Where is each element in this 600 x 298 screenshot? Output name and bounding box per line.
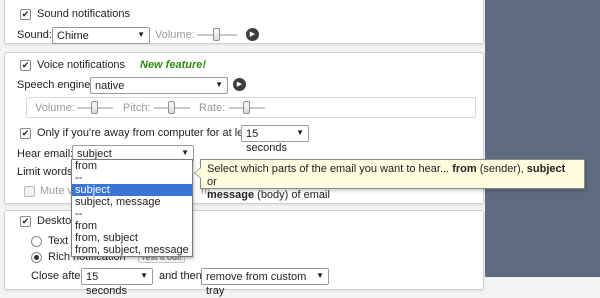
hear-email-label: Hear email: — [17, 148, 74, 160]
tooltip-text: (sender), — [476, 163, 527, 175]
desktop-notifications-checkbox[interactable] — [20, 216, 31, 227]
slider-thumb[interactable] — [243, 101, 250, 114]
mute-checkbox[interactable] — [24, 186, 35, 197]
voice-notifications-label: Voice notifications — [37, 59, 126, 71]
tooltip-text: Select which parts of the email you want… — [207, 163, 453, 175]
rate-slider[interactable] — [229, 101, 265, 114]
chevron-down-icon: ▼ — [296, 128, 304, 137]
dropdown-separator: -- — [75, 172, 83, 184]
sound-notifications-checkbox[interactable] — [20, 9, 31, 20]
sound-play-icon[interactable]: ▶ — [246, 28, 259, 41]
voice-notifications-checkbox[interactable] — [20, 60, 31, 71]
slider-thumb[interactable] — [213, 28, 220, 41]
right-background — [485, 0, 600, 277]
chevron-down-icon: ▼ — [316, 271, 324, 280]
away-only-label: Only if you're away from computer for at… — [37, 127, 258, 139]
sound-label: Sound: — [17, 29, 52, 41]
speech-engine-select[interactable]: native ▼ — [90, 77, 228, 94]
rich-notification-radio[interactable] — [31, 252, 42, 263]
voice-sliders-group: Volume: Pitch: Rate: — [26, 97, 476, 118]
sound-volume-slider[interactable] — [197, 28, 237, 41]
pitch-label: Pitch: — [123, 102, 151, 114]
chevron-down-icon: ▼ — [140, 271, 148, 280]
chevron-down-icon: ▼ — [137, 30, 145, 39]
pitch-slider[interactable] — [154, 101, 190, 114]
rate-label: Rate: — [199, 102, 226, 114]
voice-play-icon[interactable]: ▶ — [233, 78, 246, 91]
chevron-down-icon: ▼ — [181, 148, 189, 157]
away-duration-select[interactable]: 15 seconds ▼ — [241, 125, 309, 154]
dropdown-option[interactable]: subject — [72, 184, 192, 196]
sound-notifications-label: Sound notifications — [37, 8, 130, 20]
voice-volume-slider[interactable] — [77, 101, 113, 114]
tooltip-subject: subject — [526, 163, 566, 175]
tooltip-text: (body) of email — [254, 189, 330, 201]
close-after-label: Close after — [31, 270, 85, 282]
voice-volume-label: Volume: — [35, 102, 75, 114]
dropdown-option[interactable]: from — [72, 160, 192, 172]
tooltip-message: message — [207, 189, 255, 201]
tooltip-text: or — [207, 176, 217, 188]
dropdown-option[interactable]: from — [72, 220, 192, 232]
dropdown-separator: -- — [75, 208, 83, 220]
hear-email-tooltip: Select which parts of the email you want… — [194, 159, 585, 201]
speech-engine-label: Speech engine: — [17, 79, 94, 91]
dropdown-option[interactable]: subject, message — [72, 196, 192, 208]
dropdown-option[interactable]: from, subject — [72, 232, 192, 244]
volume-label: Volume: — [155, 29, 195, 41]
hear-email-dropdown: from -- subject subject, message -- from… — [71, 159, 193, 257]
sound-select[interactable]: Chime ▼ — [52, 27, 150, 44]
limit-words-label: Limit words — [17, 166, 73, 178]
slider-thumb[interactable] — [91, 101, 98, 114]
new-feature-badge: New feature! — [140, 59, 207, 71]
away-only-checkbox[interactable] — [20, 128, 31, 139]
and-then-label: and then — [159, 270, 202, 282]
sound-notifications-panel: Sound notifications Sound: Chime ▼ Volum… — [4, 0, 484, 44]
tooltip-from: from — [452, 163, 477, 175]
chevron-down-icon: ▼ — [215, 80, 223, 89]
dropdown-option[interactable]: from, subject, message — [72, 244, 192, 256]
slider-thumb[interactable] — [168, 101, 175, 114]
text-notification-radio[interactable] — [31, 236, 42, 247]
